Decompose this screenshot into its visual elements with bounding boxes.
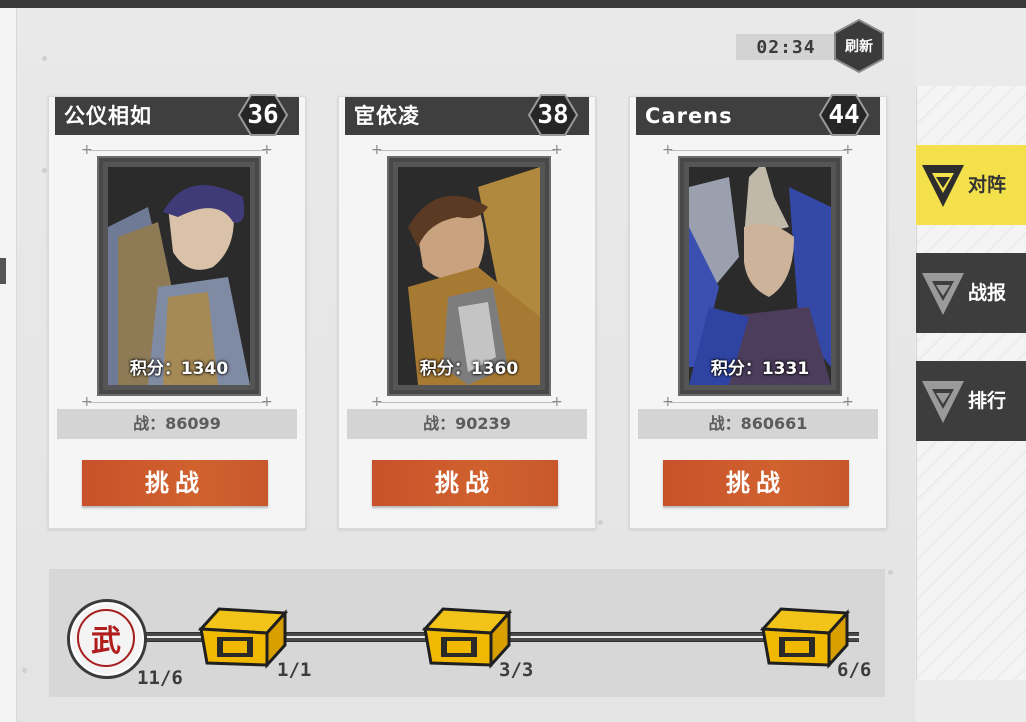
decor-dot <box>598 520 603 525</box>
top-frame-bar <box>0 0 1026 8</box>
deco-line <box>89 150 265 151</box>
triangle-emblem-icon <box>922 381 964 423</box>
portrait-art: 积分：1360 <box>398 167 540 385</box>
plus-decor: + <box>371 142 383 158</box>
deco-line <box>379 402 555 403</box>
opponent-name: 公仪相如 <box>64 104 152 128</box>
level-badge: 36 <box>237 93 289 137</box>
decor-dot <box>22 668 27 673</box>
portrait-art: 积分：1331 <box>689 167 831 385</box>
plus-decor: + <box>371 394 383 410</box>
refresh-button[interactable]: 刷新 <box>832 18 886 74</box>
plus-decor: + <box>261 142 273 158</box>
medal-glyph: 武 <box>77 609 135 667</box>
opponent-name: Carens <box>645 104 733 128</box>
opponent-name: 宦依凌 <box>354 104 420 128</box>
opponent-card-1: 公仪相如 36 + + 积分：1340 + + 战：86099 挑战 <box>48 93 306 529</box>
level-value: 44 <box>828 100 860 130</box>
reward-progress-panel: 武 11/6 1/1 3/3 6/6 <box>49 569 885 697</box>
tab-label: 战报 <box>968 282 1007 304</box>
character-portrait[interactable]: 积分：1360 <box>387 156 551 396</box>
level-badge: 38 <box>527 93 579 137</box>
deco-line <box>89 402 265 403</box>
score-label: 积分：1360 <box>419 359 519 379</box>
character-portrait[interactable]: 积分：1331 <box>678 156 842 396</box>
plus-decor: + <box>842 394 854 410</box>
triangle-emblem-icon <box>922 165 964 207</box>
plus-decor: + <box>81 394 93 410</box>
reward-threshold: 1/1 <box>277 659 312 681</box>
combat-power: 战：90239 <box>347 409 587 439</box>
score-label: 积分：1340 <box>129 359 229 379</box>
plus-decor: + <box>662 142 674 158</box>
refresh-label: 刷新 <box>845 39 873 55</box>
refresh-timer: 02:34 <box>736 34 836 60</box>
plus-decor: + <box>81 142 93 158</box>
reward-threshold: 6/6 <box>837 659 872 681</box>
plus-decor: + <box>261 394 273 410</box>
triangle-emblem-icon <box>922 273 964 315</box>
opponent-card-2: 宦依凌 38 + + 积分：1360 + + 战：90239 挑战 <box>338 93 596 529</box>
decor-dot <box>888 570 893 575</box>
decor-dot <box>42 56 47 61</box>
portrait-art: 积分：1340 <box>108 167 250 385</box>
current-progress: 11/6 <box>137 667 183 689</box>
left-edge-marker <box>0 258 6 284</box>
decor-dot <box>42 168 47 173</box>
combat-power: 战：860661 <box>638 409 878 439</box>
plus-decor: + <box>842 142 854 158</box>
deco-line <box>670 402 846 403</box>
tab-battle-report[interactable]: 战报 <box>916 253 1026 333</box>
plus-decor: + <box>551 394 563 410</box>
tab-label: 排行 <box>968 390 1007 412</box>
plus-decor: + <box>551 142 563 158</box>
score-label: 积分：1331 <box>710 359 810 379</box>
level-value: 36 <box>247 100 279 130</box>
challenge-button[interactable]: 挑战 <box>82 460 268 506</box>
challenge-button[interactable]: 挑战 <box>372 460 558 506</box>
reward-threshold: 3/3 <box>499 659 534 681</box>
opponent-card-3: Carens 44 + + 积分：1331 + + 战：860661 挑战 <box>629 93 887 529</box>
tab-label: 对阵 <box>968 174 1007 196</box>
character-portrait[interactable]: 积分：1340 <box>97 156 261 396</box>
tab-ranking[interactable]: 排行 <box>916 361 1026 441</box>
combat-power: 战：86099 <box>57 409 297 439</box>
left-frame-edge <box>0 8 17 722</box>
treasure-chest-icon[interactable] <box>193 603 289 669</box>
martial-medal-icon: 武 <box>67 599 147 679</box>
deco-line <box>379 150 555 151</box>
deco-line <box>670 150 846 151</box>
level-value: 38 <box>537 100 569 130</box>
level-badge: 44 <box>818 93 870 137</box>
challenge-button[interactable]: 挑战 <box>663 460 849 506</box>
tab-matchup[interactable]: 对阵 <box>916 145 1026 225</box>
plus-decor: + <box>662 394 674 410</box>
